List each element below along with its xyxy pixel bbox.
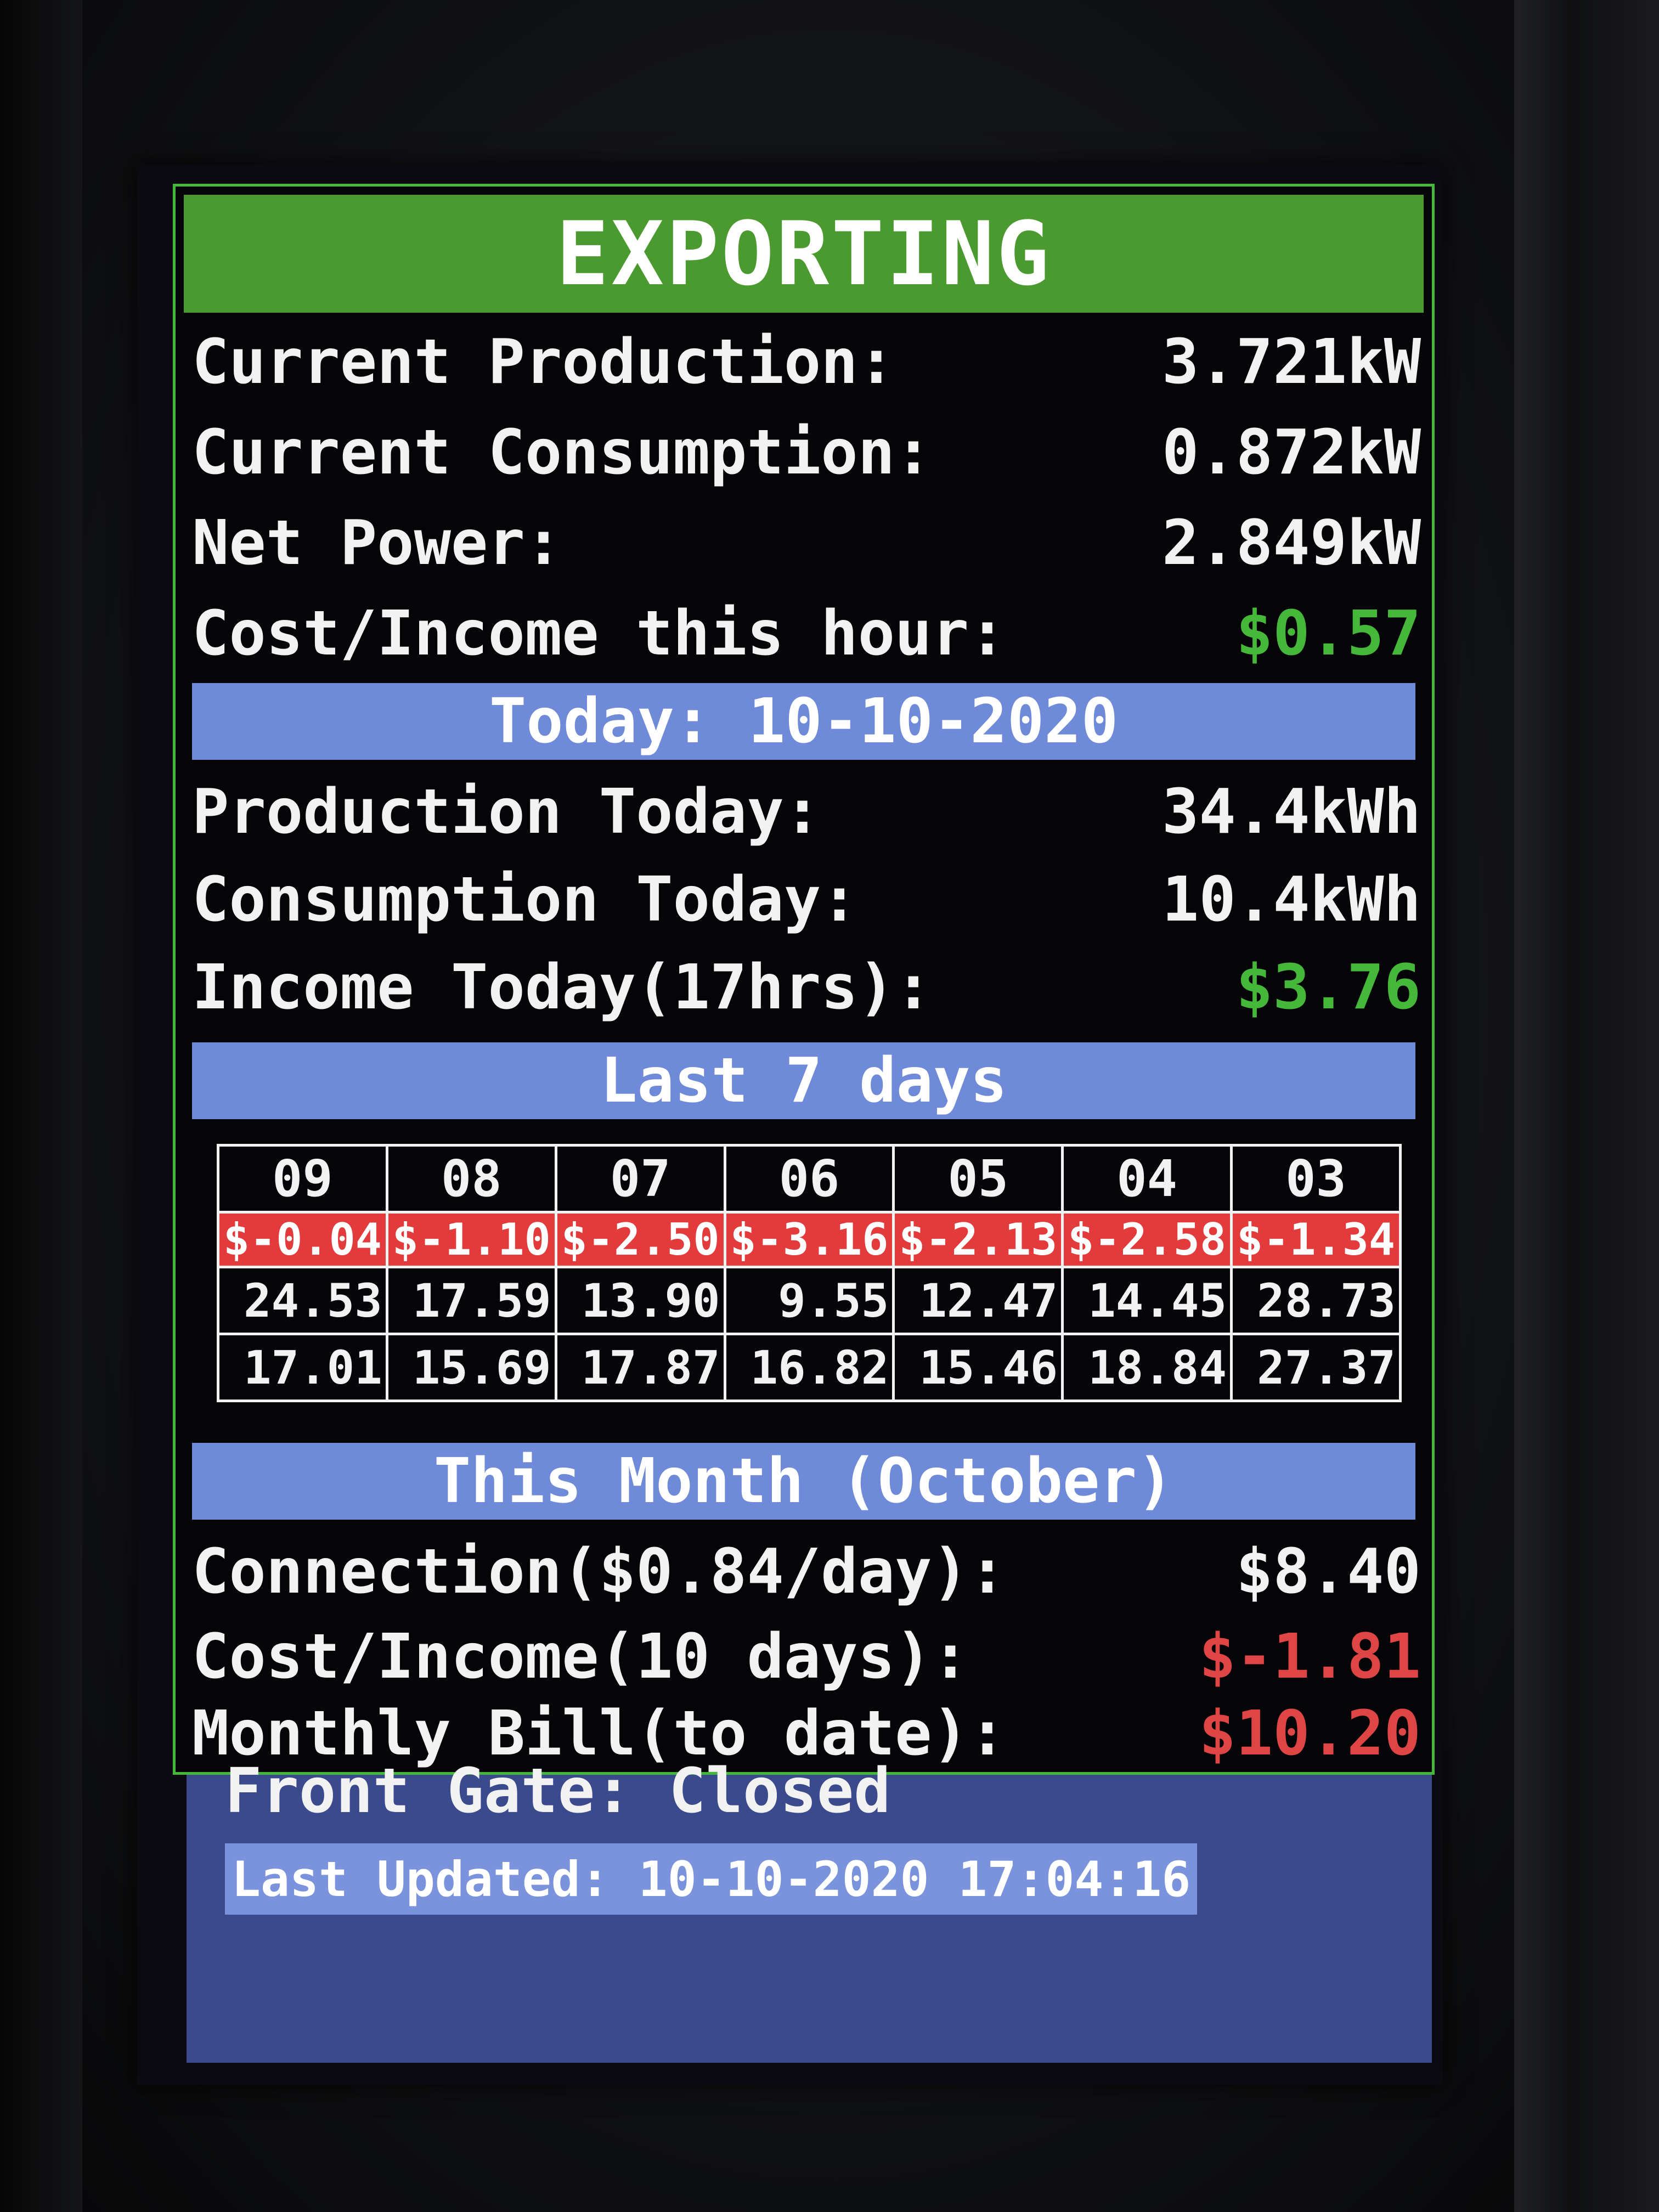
production-cell: 17.59 xyxy=(385,1266,557,1335)
production-cell: 24.53 xyxy=(217,1266,388,1335)
energy-panel: EXPORTING Current Production: 3.721kW Cu… xyxy=(173,184,1435,1775)
production-cell: 13.90 xyxy=(554,1266,726,1335)
days-consumption-row: 17.01 15.69 17.87 16.82 15.46 18.84 27.3… xyxy=(217,1333,1402,1402)
income-today-value: $3.76 xyxy=(1235,952,1421,1023)
days-header-row: 09 08 07 06 05 04 03 xyxy=(217,1144,1402,1214)
consumption-cell: 16.82 xyxy=(723,1333,895,1402)
front-gate-status: Front Gate: Closed xyxy=(225,1756,891,1827)
cost-cell: $-2.50 xyxy=(554,1211,726,1268)
hour-income-value: $0.57 xyxy=(1235,598,1421,669)
connection-value: $8.40 xyxy=(1235,1536,1421,1607)
net-power-label: Net Power: xyxy=(192,507,562,579)
current-consumption-value: 0.872kW xyxy=(1161,417,1421,488)
hour-income-label: Cost/Income this hour: xyxy=(192,598,1006,669)
consumption-cell: 17.01 xyxy=(217,1333,388,1402)
income-today-label: Income Today(17hrs): xyxy=(192,952,932,1023)
consumption-cell: 27.37 xyxy=(1230,1333,1402,1402)
monthly-bill-value: $10.20 xyxy=(1199,1698,1421,1769)
consumption-today-row: Consumption Today: 10.4kWh xyxy=(192,856,1421,944)
cost-cell: $-1.10 xyxy=(385,1211,557,1268)
month-cost-row: Cost/Income(10 days): $-1.81 xyxy=(192,1613,1421,1701)
day-cell: 03 xyxy=(1230,1144,1402,1214)
production-cell: 9.55 xyxy=(723,1266,895,1335)
bezel-right-edge xyxy=(1514,0,1659,2212)
production-today-row: Production Today: 34.4kWh xyxy=(192,768,1421,856)
cost-cell: $-0.04 xyxy=(217,1211,388,1268)
production-today-label: Production Today: xyxy=(192,776,821,848)
days-cost-row: $-0.04 $-1.10 $-2.50 $-3.16 $-2.13 $-2.5… xyxy=(217,1211,1402,1268)
current-production-label: Current Production: xyxy=(192,326,895,398)
consumption-cell: 17.87 xyxy=(554,1333,726,1402)
production-cell: 12.47 xyxy=(892,1266,1064,1335)
current-consumption-row: Current Consumption: 0.872kW xyxy=(192,409,1421,496)
hour-income-row: Cost/Income this hour: $0.57 xyxy=(192,590,1421,678)
income-today-row: Income Today(17hrs): $3.76 xyxy=(192,944,1421,1031)
day-cell: 08 xyxy=(385,1144,557,1214)
day-cell: 09 xyxy=(217,1144,388,1214)
production-cell: 14.45 xyxy=(1061,1266,1233,1335)
last-7-days-table: 09 08 07 06 05 04 03 $-0.04 $-1.10 $-2.5… xyxy=(217,1144,1402,1402)
consumption-today-value: 10.4kWh xyxy=(1161,864,1421,935)
current-production-row: Current Production: 3.721kW xyxy=(192,318,1421,406)
month-cost-value: $-1.81 xyxy=(1199,1621,1421,1692)
today-header: Today: 10-10-2020 xyxy=(192,683,1415,760)
day-cell: 07 xyxy=(554,1144,726,1214)
day-cell: 04 xyxy=(1061,1144,1233,1214)
cost-cell: $-2.13 xyxy=(892,1211,1064,1268)
consumption-today-label: Consumption Today: xyxy=(192,864,858,935)
consumption-cell: 15.69 xyxy=(385,1333,557,1402)
net-power-value: 2.849kW xyxy=(1161,507,1421,579)
bezel-left-edge xyxy=(0,0,82,2212)
current-consumption-label: Current Consumption: xyxy=(192,417,932,488)
day-cell: 05 xyxy=(892,1144,1064,1214)
production-today-value: 34.4kWh xyxy=(1161,776,1421,848)
month-header: This Month (October) xyxy=(192,1443,1415,1520)
net-power-row: Net Power: 2.849kW xyxy=(192,499,1421,587)
month-cost-label: Cost/Income(10 days): xyxy=(192,1621,969,1692)
cost-cell: $-3.16 xyxy=(723,1211,895,1268)
production-cell: 28.73 xyxy=(1230,1266,1402,1335)
days-production-row: 24.53 17.59 13.90 9.55 12.47 14.45 28.73 xyxy=(217,1266,1402,1335)
connection-row: Connection($0.84/day): $8.40 xyxy=(192,1528,1421,1616)
current-production-value: 3.721kW xyxy=(1161,326,1421,398)
consumption-cell: 18.84 xyxy=(1061,1333,1233,1402)
cost-cell: $-2.58 xyxy=(1061,1211,1233,1268)
consumption-cell: 15.46 xyxy=(892,1333,1064,1402)
cost-cell: $-1.34 xyxy=(1230,1211,1402,1268)
day-cell: 06 xyxy=(723,1144,895,1214)
status-banner: EXPORTING xyxy=(184,195,1424,313)
last-7-days-header: Last 7 days xyxy=(192,1042,1415,1119)
last-updated: Last Updated: 10-10-2020 17:04:16 xyxy=(225,1843,1198,1915)
connection-label: Connection($0.84/day): xyxy=(192,1536,1006,1607)
